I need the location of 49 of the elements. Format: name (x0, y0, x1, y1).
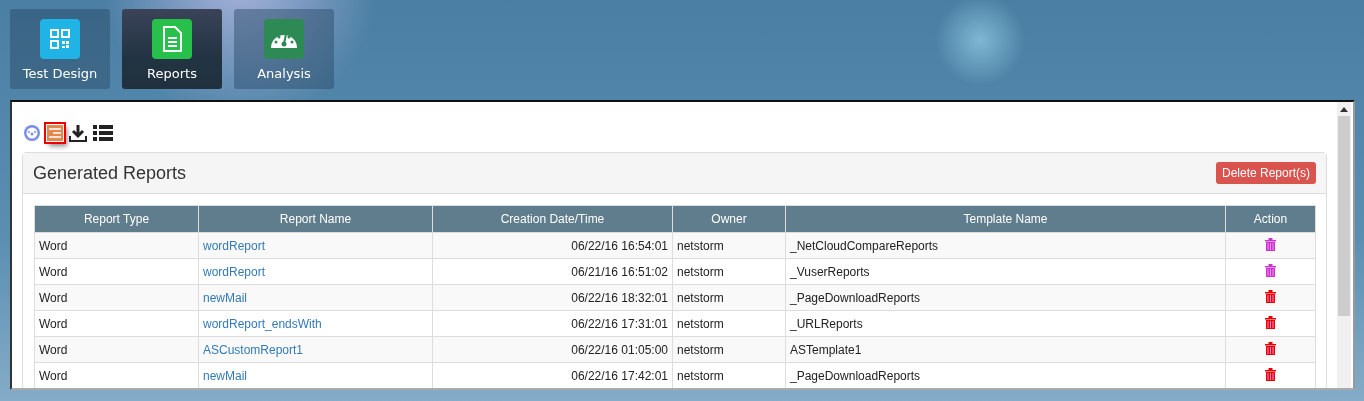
table-cell: _URLReports (785, 310, 1226, 337)
column-header: Report Type (34, 205, 199, 233)
table-cell: Word (34, 336, 199, 363)
report-link[interactable]: wordReport (203, 264, 266, 279)
table-cell: ASTemplate1 (785, 336, 1226, 363)
table-cell: netstorm (672, 310, 786, 337)
trash-icon[interactable] (1265, 237, 1276, 251)
table-cell: netstorm (672, 336, 786, 363)
list-button[interactable] (92, 124, 114, 142)
table-cell: Word (34, 284, 199, 311)
trash-icon[interactable] (1265, 289, 1276, 303)
table-cell: Word (34, 362, 199, 388)
table-cell: Word (34, 258, 199, 285)
table-cell: _NetCloudCompareReports (785, 232, 1226, 259)
table-cell: netstorm (672, 232, 786, 259)
report-link[interactable]: newMail (203, 290, 247, 305)
table-cell: 06/22/16 16:54:01 (432, 232, 673, 259)
trash-icon[interactable] (1265, 341, 1276, 355)
trash-icon[interactable] (1265, 263, 1276, 277)
card-title: Generated Reports (33, 162, 187, 184)
table-cell: netstorm (672, 284, 786, 311)
document-icon (162, 26, 182, 52)
table-cell: Word (34, 232, 199, 259)
nav-tile[interactable]: Test Design (10, 9, 110, 89)
column-header: Template Name (785, 205, 1226, 233)
trash-icon[interactable] (1265, 315, 1276, 329)
table-cell: 06/22/16 18:32:01 (432, 284, 673, 311)
column-header: Creation Date/Time (432, 205, 673, 233)
download-button[interactable] (68, 123, 88, 143)
nav-tile[interactable]: Analysis (234, 9, 334, 89)
table-cell: 06/22/16 17:31:01 (432, 310, 673, 337)
nav-tile[interactable]: Reports (122, 9, 222, 89)
table-cell: Word (34, 310, 199, 337)
delete-button[interactable]: Delete Report(s) (1215, 162, 1316, 184)
column-header: Owner (672, 205, 786, 233)
table-cell: _VuserReports (785, 258, 1226, 285)
column-header: Action (1225, 205, 1316, 233)
table-cell: 06/21/16 16:51:02 (432, 258, 673, 285)
report-link[interactable]: newMail (203, 368, 247, 383)
gauge-button[interactable] (22, 123, 42, 143)
table-cell: 06/22/16 01:05:00 (432, 336, 673, 363)
scrollbar[interactable] (1337, 102, 1351, 388)
table-cell: netstorm (672, 258, 786, 285)
report-link[interactable]: wordReport (203, 238, 266, 253)
qr-code-icon (49, 28, 71, 50)
report-button[interactable] (46, 124, 64, 142)
trash-icon[interactable] (1265, 367, 1276, 381)
table-cell: _PageDownloadReports (785, 284, 1226, 311)
column-header: Report Name (198, 205, 433, 233)
